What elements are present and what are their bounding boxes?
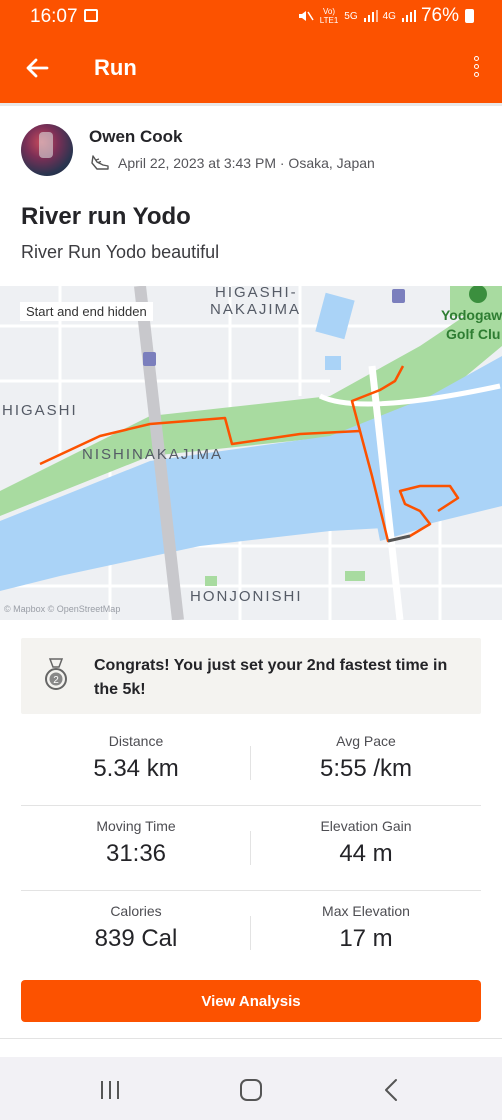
activity-meta: April 22, 2023 at 3:43 PM · Osaka, Japan xyxy=(118,155,375,171)
stat-label: Calories xyxy=(110,903,162,919)
app-bar: Run xyxy=(0,33,502,103)
stat-value: 839 Cal xyxy=(94,925,178,952)
map-label: NISHINAKAJIMA xyxy=(82,446,224,463)
route-map[interactable]: Start and end hidden HIGASHI- NAKAJIMA H… xyxy=(0,286,502,620)
status-bar: 16:07 Vo) LTE1 5G 4G 76% xyxy=(0,0,502,33)
stat-value: 31:36 xyxy=(105,840,167,867)
athlete-name[interactable]: Owen Cook xyxy=(89,127,183,147)
stats-row: Calories 839 Cal Max Elevation 17 m xyxy=(21,890,481,975)
system-nav-bar xyxy=(0,1057,502,1120)
activity-title: River run Yodo xyxy=(21,203,191,230)
map-label-golf: Golf Clu xyxy=(446,326,501,342)
back-arrow-icon[interactable] xyxy=(22,53,52,83)
recent-apps-icon[interactable] xyxy=(90,1075,130,1105)
map-canvas xyxy=(0,286,502,620)
medal-rank: 2 xyxy=(53,675,59,686)
stat-label: Distance xyxy=(108,733,164,749)
stat-value: 17 m xyxy=(339,925,393,952)
battery-percent: 76% xyxy=(420,5,459,26)
stat-value: 44 m xyxy=(339,840,393,867)
achievement-text: Congrats! You just set your 2nd fastest … xyxy=(94,657,448,698)
battery-icon xyxy=(465,9,474,23)
divider xyxy=(0,103,502,106)
achievement-banner[interactable]: 2 Congrats! You just set your 2nd fastes… xyxy=(21,638,481,714)
status-icons: Vo) LTE1 5G 4G 76% xyxy=(298,5,474,27)
stat-label: Avg Pace xyxy=(336,733,396,749)
view-analysis-button[interactable]: View Analysis xyxy=(21,980,481,1022)
stats-row: Distance 5.34 km Avg Pace 5:55 /km xyxy=(21,720,481,806)
privacy-label: Start and end hidden xyxy=(20,302,153,321)
map-attribution[interactable]: © Mapbox © OpenStreetMap xyxy=(4,604,120,614)
avatar[interactable] xyxy=(21,124,73,176)
4g-label: 4G xyxy=(382,10,396,22)
activity-description: River Run Yodo beautiful xyxy=(21,242,220,262)
page-title: Run xyxy=(94,55,137,80)
home-icon[interactable] xyxy=(231,1075,271,1105)
stat-label: Moving Time xyxy=(96,818,176,834)
stat-label: Elevation Gain xyxy=(320,818,412,834)
signal-icon-2 xyxy=(401,10,416,22)
map-label: HIGASHI xyxy=(2,402,78,419)
map-label: HIGASHI- xyxy=(215,286,298,301)
status-time: 16:07 xyxy=(30,6,78,27)
run-shoe-icon xyxy=(91,155,109,170)
medal-icon: 2 xyxy=(45,658,67,690)
gallery-icon xyxy=(84,9,98,22)
mute-icon xyxy=(298,11,314,21)
stat-label: Max Elevation xyxy=(322,903,410,919)
volte-label: Vo) LTE1 xyxy=(319,7,339,25)
map-label: NAKAJIMA xyxy=(210,301,302,318)
more-options-icon[interactable] xyxy=(470,53,482,83)
back-icon[interactable] xyxy=(372,1075,412,1105)
map-label: HONJONISHI xyxy=(190,588,303,605)
signal-icon xyxy=(363,10,378,22)
stats-row: Moving Time 31:36 Elevation Gain 44 m xyxy=(21,805,481,891)
divider xyxy=(0,1038,502,1039)
5g-label: 5G xyxy=(344,10,358,22)
stat-value: 5.34 km xyxy=(93,755,179,782)
stat-value: 5:55 /km xyxy=(319,755,413,782)
map-label-golf: Yodogaw xyxy=(441,307,502,323)
